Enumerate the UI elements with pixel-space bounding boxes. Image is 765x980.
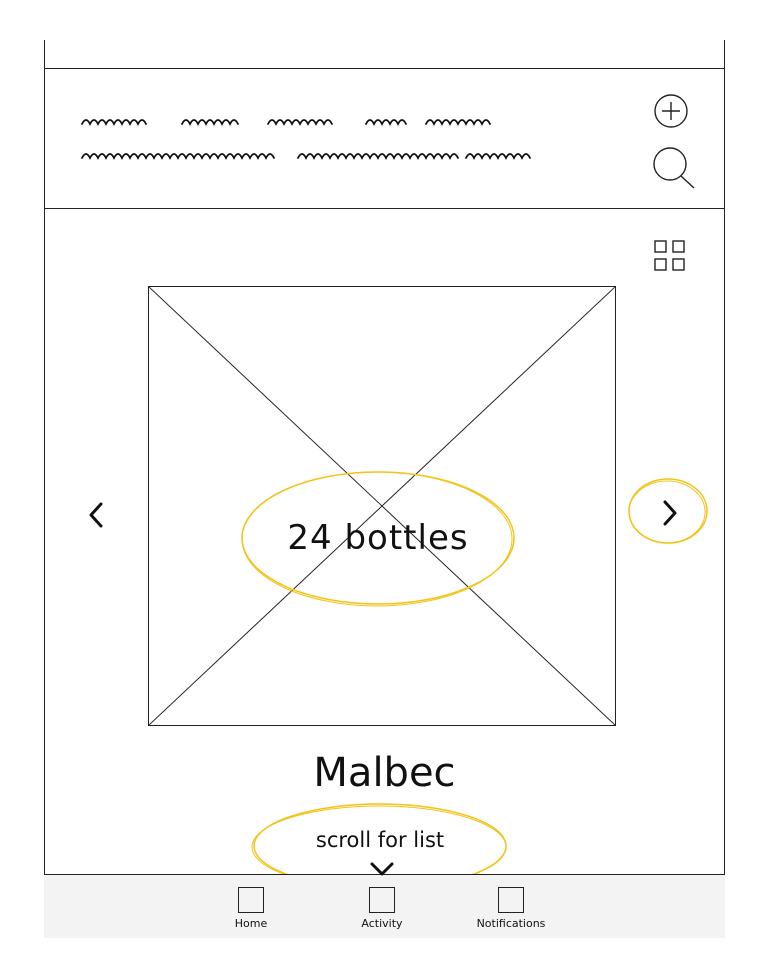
bottom-tab-bar: Home Activity Notifications: [44, 874, 725, 938]
chevron-left-icon[interactable]: [82, 498, 110, 532]
chevron-right-icon[interactable]: [656, 496, 684, 530]
activity-tab-icon: [369, 887, 395, 913]
tab-label: Home: [234, 917, 268, 930]
notifications-tab-icon: [498, 887, 524, 913]
header-bottom-divider: [44, 208, 725, 209]
tab-notifications[interactable]: Notifications: [456, 887, 566, 937]
tab-home[interactable]: Home: [196, 887, 306, 937]
header-description-line-1: [80, 112, 540, 132]
wine-name-title: Malbec: [313, 750, 456, 796]
grid-view-icon[interactable]: [652, 238, 688, 274]
tab-label: Activity: [361, 917, 403, 930]
header-description-line-2: [80, 146, 540, 166]
chevron-down-icon[interactable]: [368, 860, 396, 880]
header-top-divider: [44, 68, 725, 69]
bottle-count: 24 bottles: [287, 518, 469, 558]
tab-label: Notifications: [476, 917, 546, 930]
plus-circle-icon[interactable]: [652, 92, 690, 130]
home-tab-icon: [238, 887, 264, 913]
tab-activity[interactable]: Activity: [327, 887, 437, 937]
search-icon[interactable]: [650, 144, 698, 192]
